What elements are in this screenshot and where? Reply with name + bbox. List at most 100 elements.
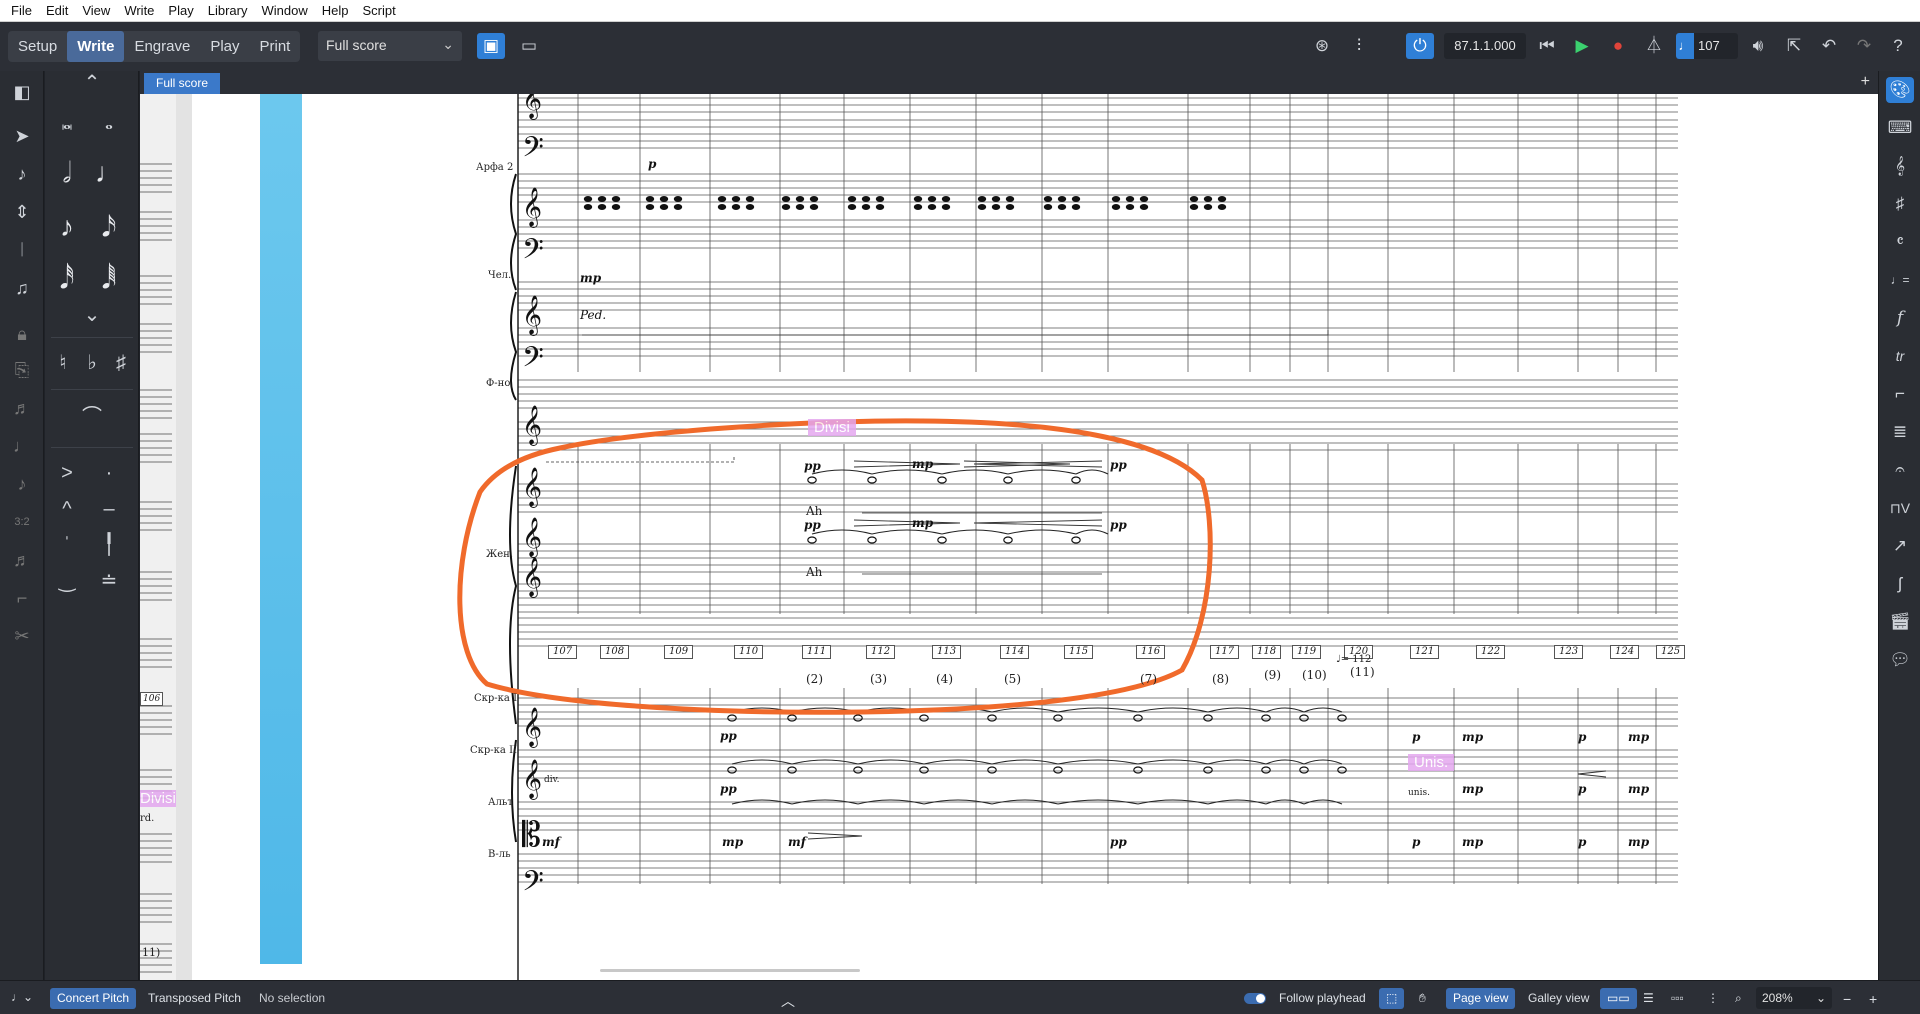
mixer-icon[interactable]: ⫶ bbox=[1345, 33, 1373, 59]
video-reel-icon[interactable]: ⊛ bbox=[1308, 33, 1336, 59]
tempo-icon[interactable]: ♩= bbox=[1886, 267, 1914, 293]
keyboard-icon[interactable]: ⌨ bbox=[1886, 115, 1914, 141]
menu-view[interactable]: View bbox=[75, 3, 117, 18]
scroll-down-icon[interactable]: ⌄ bbox=[74, 297, 110, 333]
comments-icon[interactable]: 💬︎ bbox=[1886, 647, 1914, 673]
tuplet-icon[interactable]: 3:2 bbox=[8, 509, 36, 535]
sharp-icon[interactable]: ♯ bbox=[103, 345, 139, 381]
follow-playhead-toggle[interactable] bbox=[1244, 993, 1266, 1004]
slur-icon[interactable]: ⌒ bbox=[74, 399, 110, 435]
mode-setup[interactable]: Setup bbox=[8, 31, 67, 62]
accent-icon[interactable]: > bbox=[49, 455, 85, 491]
horizontal-layout-icon[interactable]: ▫▫▫ bbox=[1664, 988, 1691, 1009]
menu-window[interactable]: Window bbox=[254, 3, 314, 18]
single-page-icon[interactable]: ⋮ bbox=[1700, 988, 1726, 1009]
spreads-icon[interactable]: ▭▭ bbox=[1600, 988, 1637, 1009]
tremolo-icon[interactable]: ≣ bbox=[1886, 419, 1914, 445]
play-icon[interactable]: ▶ bbox=[1568, 33, 1596, 59]
select-arrow-icon[interactable]: ➤ bbox=[8, 123, 36, 149]
video-clapper-icon[interactable]: 🎬︎ bbox=[1886, 609, 1914, 635]
stress-icon[interactable]: ≐ bbox=[91, 563, 127, 599]
staccato-icon[interactable]: · bbox=[91, 455, 127, 491]
holds-pauses-icon[interactable]: 𝄐 bbox=[1886, 457, 1914, 483]
note-input-options-icon[interactable]: ♩⌄ bbox=[4, 987, 40, 1008]
playing-techniques-icon[interactable]: ⊓V bbox=[1886, 495, 1914, 521]
hand-tool-icon[interactable]: ✋︎ bbox=[1412, 988, 1433, 1009]
divisi-tag[interactable]: Divisi bbox=[808, 419, 856, 436]
tie-icon[interactable]: ‿ bbox=[49, 563, 85, 599]
scroll-up-icon[interactable]: ⌃ bbox=[74, 65, 110, 101]
sixteenth-note-icon[interactable]: 𝅘𝅥𝅯 bbox=[91, 209, 127, 245]
note-input-icon[interactable]: ♪ bbox=[8, 161, 36, 187]
chord-input-icon[interactable]: ♬ bbox=[8, 395, 36, 421]
caret-icon[interactable]: ⌐ bbox=[8, 585, 36, 611]
tab-full-score[interactable]: Full score bbox=[144, 73, 221, 94]
zoom-in-icon[interactable]: + bbox=[1862, 988, 1884, 1009]
scissors-icon[interactable]: ✂ bbox=[8, 623, 36, 649]
repeat-endings-icon[interactable]: ⌐ bbox=[1886, 381, 1914, 407]
insert-mode-icon[interactable]: ♬ bbox=[8, 547, 36, 573]
menu-library[interactable]: Library bbox=[201, 3, 255, 18]
zoom-icon[interactable]: ⌕ bbox=[1728, 988, 1749, 1009]
whole-note-icon[interactable]: 𝅝 bbox=[91, 105, 127, 141]
external-link-icon[interactable]: ⇱ bbox=[1780, 33, 1808, 59]
window-icon[interactable]: ▭ bbox=[515, 33, 543, 59]
lines-icon[interactable]: ↗ bbox=[1886, 533, 1914, 559]
palette-icon[interactable]: 🎨︎ bbox=[1886, 77, 1914, 103]
redo-icon[interactable]: ↷ bbox=[1850, 33, 1878, 59]
mode-engrave[interactable]: Engrave bbox=[124, 31, 200, 62]
harp-pedal-icon[interactable]: ʃ bbox=[1886, 571, 1914, 597]
menu-edit[interactable]: Edit bbox=[39, 3, 75, 18]
force-duration-icon[interactable]: ⎘ bbox=[8, 357, 36, 383]
tremolo-icon[interactable]: 𝄀 bbox=[8, 237, 36, 263]
speaker-icon[interactable]: 🔊︎ bbox=[1744, 33, 1772, 59]
menu-help[interactable]: Help bbox=[315, 3, 356, 18]
panel-toggle-icon[interactable]: ◧ bbox=[8, 79, 36, 105]
clef-icon[interactable]: 𝄞 bbox=[1886, 153, 1914, 179]
mode-play[interactable]: Play bbox=[200, 31, 249, 62]
selection-tool-icon[interactable]: ⬚ bbox=[1379, 988, 1405, 1009]
vertical-layout-icon[interactable]: ☰ bbox=[1636, 988, 1661, 1009]
eighth-note-icon[interactable]: ♪ bbox=[49, 209, 85, 245]
staccatissimo-icon[interactable]: ˈ bbox=[49, 527, 85, 563]
menu-play[interactable]: Play bbox=[161, 3, 200, 18]
help-icon[interactable]: ? bbox=[1884, 33, 1912, 59]
wedge-icon[interactable]: ╿ bbox=[91, 527, 127, 563]
dynamics-icon[interactable]: f bbox=[1886, 305, 1914, 331]
galley-view-button[interactable]: Galley view bbox=[1521, 988, 1596, 1009]
menu-file[interactable]: File bbox=[4, 3, 39, 18]
tenuto-icon[interactable]: – bbox=[91, 491, 127, 527]
sixty-fourth-note-icon[interactable]: 𝅘𝅥𝅱 bbox=[91, 261, 127, 297]
score-view[interactable]: Full score + 106 Divisi rd. 11) 𝄞 𝄢 𝄞 𝄢 … bbox=[140, 71, 1878, 980]
dotted-note-icon[interactable]: ♩ bbox=[8, 433, 36, 459]
add-tab-icon[interactable]: + bbox=[1861, 73, 1870, 91]
zoom-out-icon[interactable]: − bbox=[1836, 988, 1858, 1009]
layout-selector[interactable]: Full score ⌄ bbox=[318, 31, 462, 61]
quarter-note-icon[interactable]: ♩ bbox=[91, 155, 127, 191]
key-signature-icon[interactable]: ♯ bbox=[1886, 191, 1914, 217]
rewind-icon[interactable]: ⏮ bbox=[1533, 33, 1561, 59]
unis-tag[interactable]: Unis. bbox=[1408, 754, 1455, 771]
page-view-button[interactable]: Page view bbox=[1446, 988, 1516, 1009]
horizontal-scrollbar[interactable] bbox=[600, 969, 860, 972]
tempo-display[interactable]: ♩ 107 bbox=[1676, 33, 1738, 59]
transposed-pitch-button[interactable]: Transposed Pitch bbox=[141, 988, 248, 1009]
lock-icon[interactable]: 🔒︎ bbox=[8, 321, 36, 347]
voice-icon[interactable]: ♫ bbox=[8, 275, 36, 301]
zoom-selector[interactable]: 208% ⌄ bbox=[1756, 987, 1832, 1009]
menu-script[interactable]: Script bbox=[355, 3, 402, 18]
ornaments-icon[interactable]: tr bbox=[1886, 343, 1914, 369]
grace-note-icon[interactable]: ♪ bbox=[8, 471, 36, 497]
mode-write[interactable]: Write bbox=[67, 31, 125, 62]
record-icon[interactable]: ● bbox=[1604, 33, 1632, 59]
undo-icon[interactable]: ↶ bbox=[1815, 33, 1843, 59]
concert-pitch-button[interactable]: Concert Pitch bbox=[50, 988, 137, 1009]
pitch-adjust-icon[interactable]: ⇕ bbox=[8, 199, 36, 225]
marcato-icon[interactable]: ^ bbox=[49, 491, 85, 527]
chevron-up-icon[interactable]: ︿ bbox=[774, 988, 802, 1009]
mode-print[interactable]: Print bbox=[250, 31, 301, 62]
panels-toggle-icon[interactable]: ▣ bbox=[477, 33, 505, 59]
half-note-icon[interactable]: 𝅗𝅥 bbox=[49, 155, 85, 191]
thirty-second-note-icon[interactable]: 𝅘𝅥𝅰 bbox=[49, 261, 85, 297]
breve-icon[interactable]: 𝅜 bbox=[49, 105, 85, 141]
